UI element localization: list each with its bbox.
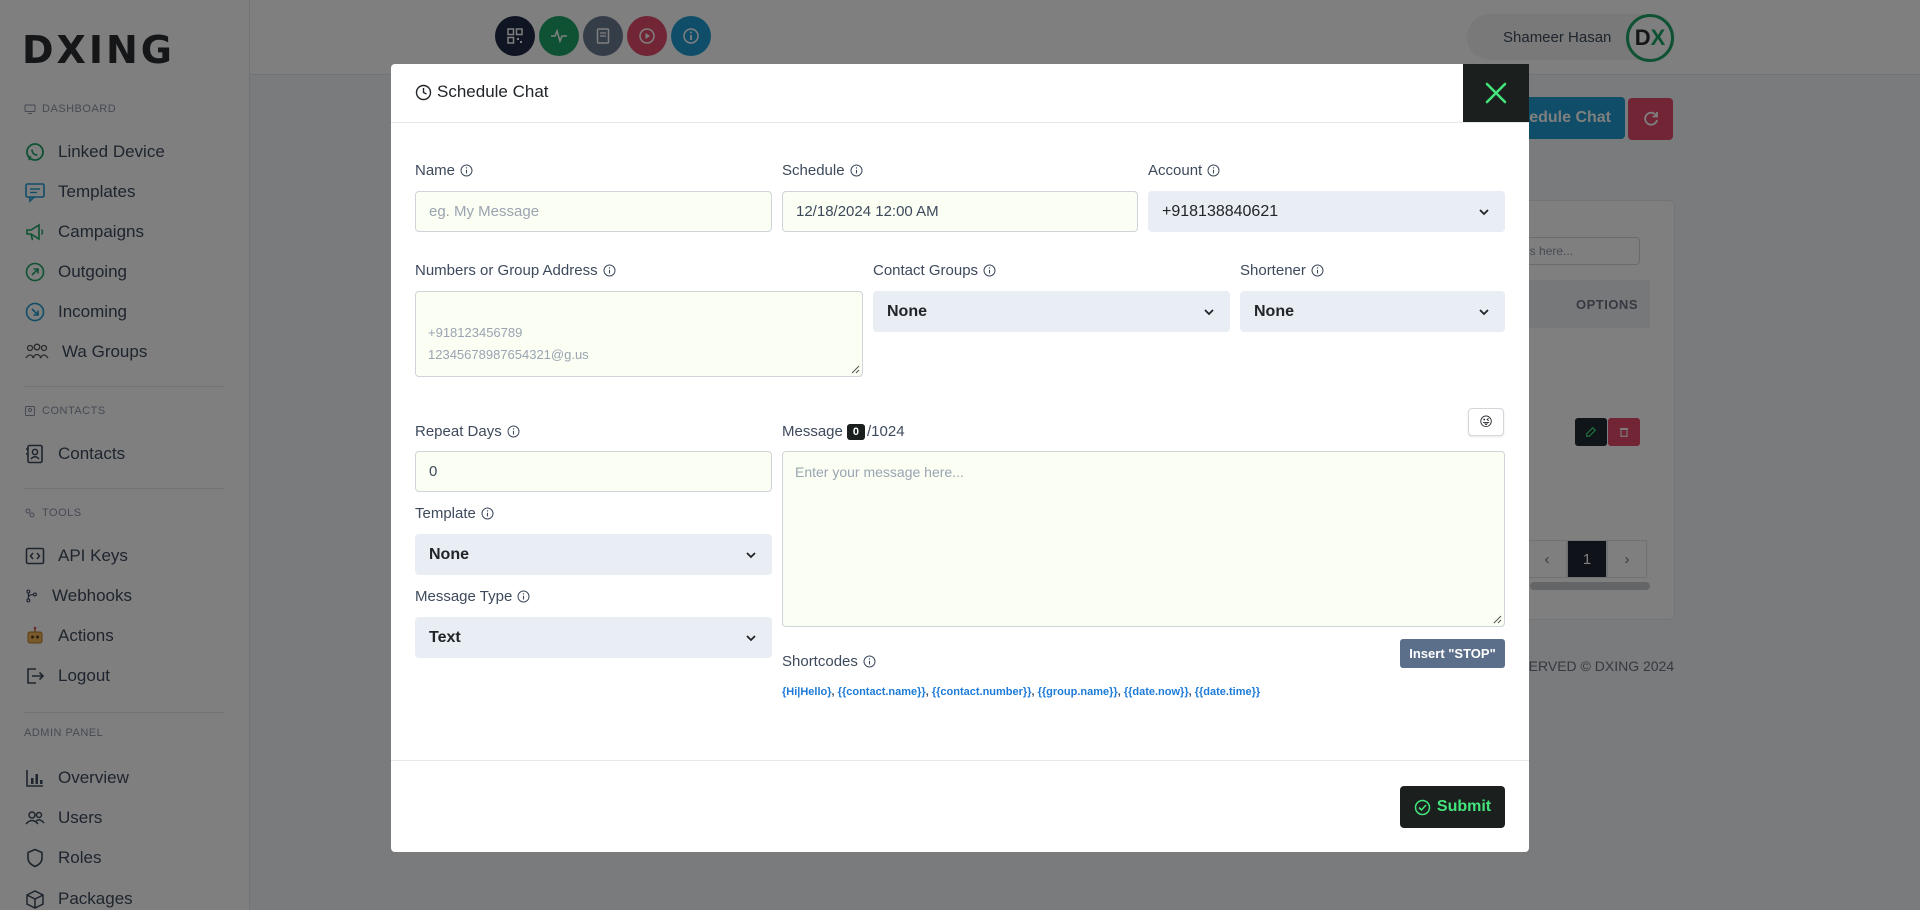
emoji-icon: 😜 (1479, 414, 1493, 429)
account-select[interactable]: +918138840621 (1148, 191, 1505, 232)
shortener-select[interactable]: None (1240, 291, 1505, 332)
info-icon[interactable] (850, 164, 863, 177)
modal-title: Schedule Chat (415, 82, 549, 102)
shortcode-link[interactable]: {{date.time}} (1195, 686, 1260, 698)
info-icon[interactable] (507, 425, 520, 438)
message-char-max: /1024 (867, 423, 905, 440)
placeholder-line: 12345678987654321@g.us (428, 347, 589, 362)
message-type-label: Message Type (415, 588, 530, 605)
account-label: Account (1148, 162, 1220, 179)
name-input[interactable]: eg. My Message (415, 191, 772, 232)
message-label: Message 0 /1024 (782, 423, 905, 440)
numbers-textarea[interactable]: +918123456789 12345678987654321@g.us (415, 291, 863, 377)
insert-stop-button[interactable]: Insert "STOP" (1400, 639, 1505, 668)
shortcode-link[interactable]: {{date.now}} (1124, 686, 1189, 698)
name-label: Name (415, 162, 473, 179)
chevron-down-icon (1479, 308, 1489, 315)
shortcode-link[interactable]: {{contact.number}} (932, 686, 1032, 698)
schedule-chat-modal: Schedule Chat Name eg. My Message Schedu… (391, 64, 1529, 852)
placeholder-line: +918123456789 (428, 325, 523, 340)
info-icon[interactable] (517, 590, 530, 603)
numbers-label: Numbers or Group Address (415, 262, 616, 279)
info-icon[interactable] (481, 507, 494, 520)
repeat-days-input[interactable]: 0 (415, 451, 772, 492)
shortcode-link[interactable]: {{group.name}} (1038, 686, 1118, 698)
shortcodes-list: {Hi|Hello}, {{contact.name}}, {{contact.… (782, 686, 1261, 698)
submit-button[interactable]: Submit (1400, 786, 1505, 828)
info-icon[interactable] (603, 264, 616, 277)
contact-groups-select[interactable]: None (873, 291, 1230, 332)
contact-groups-label: Contact Groups (873, 262, 996, 279)
shortcodes-label: Shortcodes (782, 653, 876, 670)
modal-header: Schedule Chat (391, 64, 1529, 123)
close-icon (1485, 82, 1507, 104)
chevron-down-icon (1479, 208, 1489, 215)
emoji-picker-button[interactable]: 😜 (1468, 408, 1504, 436)
shortener-label: Shortener (1240, 262, 1324, 279)
info-icon[interactable] (460, 164, 473, 177)
info-icon[interactable] (1207, 164, 1220, 177)
template-select[interactable]: None (415, 534, 772, 575)
check-circle-icon (1414, 799, 1431, 815)
info-icon[interactable] (1311, 264, 1324, 277)
schedule-datetime-input[interactable]: 12/18/2024 12:00 AM (782, 191, 1138, 232)
chevron-down-icon (1204, 308, 1214, 315)
resize-handle-icon[interactable] (1492, 614, 1502, 624)
shortcode-link[interactable]: {Hi|Hello} (782, 686, 832, 698)
repeat-days-label: Repeat Days (415, 423, 520, 440)
info-icon[interactable] (983, 264, 996, 277)
schedule-label: Schedule (782, 162, 863, 179)
chevron-down-icon (746, 551, 756, 558)
clock-icon (415, 84, 432, 100)
info-icon[interactable] (863, 655, 876, 668)
message-type-select[interactable]: Text (415, 617, 772, 658)
message-char-count: 0 (846, 423, 865, 440)
resize-handle-icon[interactable] (850, 364, 860, 374)
close-button[interactable] (1463, 64, 1529, 122)
shortcode-link[interactable]: {{contact.name}} (838, 686, 926, 698)
chevron-down-icon (746, 634, 756, 641)
message-textarea[interactable]: Enter your message here... (782, 451, 1505, 627)
template-label: Template (415, 505, 494, 522)
message-placeholder: Enter your message here... (795, 464, 964, 480)
modal-footer-divider (391, 760, 1529, 761)
